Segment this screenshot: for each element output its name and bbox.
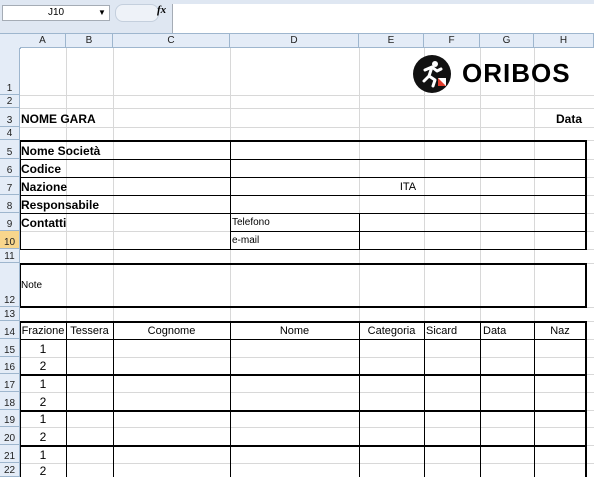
table-cell-frazione[interactable]: 2 [20, 464, 66, 478]
row-header-14[interactable]: 14 [0, 321, 20, 339]
row-header-21[interactable]: 21 [0, 445, 20, 463]
row-header-9[interactable]: 9 [0, 213, 20, 231]
border [585, 263, 587, 308]
border [66, 321, 67, 477]
border [20, 249, 586, 250]
table-header-categoria[interactable]: Categoria [359, 324, 424, 338]
gridline [20, 463, 594, 464]
border [20, 213, 586, 214]
cell-note[interactable]: Note [21, 279, 42, 293]
border [359, 213, 360, 250]
gridline [20, 95, 594, 96]
border [585, 321, 587, 477]
border [20, 445, 587, 447]
row-header-11[interactable]: 11 [0, 249, 20, 263]
column-header-e[interactable]: E [359, 34, 424, 48]
cell-email[interactable]: e-mail [232, 234, 259, 248]
gridline [20, 427, 594, 428]
row-header-15[interactable]: 15 [0, 339, 20, 357]
border [20, 177, 586, 178]
column-header-h[interactable]: H [534, 34, 594, 48]
table-cell-frazione[interactable]: 1 [20, 448, 66, 462]
row-header-16[interactable]: 16 [0, 357, 20, 374]
row-header-22[interactable]: 22 [0, 463, 20, 477]
cell-nazione-value[interactable]: ITA [231, 180, 585, 194]
border [20, 321, 587, 323]
border [230, 231, 586, 232]
border [20, 410, 587, 412]
insert-function-icon[interactable]: fx [157, 4, 166, 16]
label-nazione[interactable]: Nazione [21, 180, 67, 194]
chevron-down-icon[interactable]: ▼ [98, 5, 106, 21]
column-header-f[interactable]: F [424, 34, 480, 48]
row-header-1[interactable]: 1 [0, 48, 20, 95]
gridline [20, 108, 594, 109]
row-header-7[interactable]: 7 [0, 177, 20, 195]
border [230, 321, 231, 477]
column-header-a[interactable]: A [20, 34, 66, 48]
border [20, 159, 586, 160]
row-header-13[interactable]: 13 [0, 307, 20, 321]
table-header-frazione[interactable]: Frazione [20, 324, 66, 338]
border [20, 140, 586, 142]
label-nome-societa[interactable]: Nome Società [21, 144, 100, 158]
column-header-d[interactable]: D [230, 34, 359, 48]
table-header-sicard[interactable]: Sicard [426, 324, 457, 338]
table-cell-frazione[interactable]: 2 [20, 359, 66, 373]
table-cell-frazione[interactable]: 2 [20, 430, 66, 444]
table-cell-frazione[interactable]: 1 [20, 412, 66, 426]
formula-input[interactable] [172, 4, 594, 33]
gridline [20, 357, 594, 358]
border [113, 321, 114, 477]
row-header-3[interactable]: 3 [0, 108, 20, 127]
cell-nome-gara[interactable]: NOME GARA [21, 112, 96, 126]
row-header-5[interactable]: 5 [0, 140, 20, 159]
row-header-10[interactable]: 10 [0, 231, 20, 249]
label-contatti[interactable]: Contatti [21, 216, 66, 230]
border [20, 263, 587, 265]
select-all-corner[interactable] [0, 34, 21, 49]
cell-telefono[interactable]: Telefono [232, 216, 270, 230]
table-cell-frazione[interactable]: 1 [20, 377, 66, 391]
border [359, 321, 360, 477]
row-header-19[interactable]: 19 [0, 410, 20, 427]
label-responsabile[interactable]: Responsabile [21, 198, 99, 212]
name-box[interactable]: J10 [2, 5, 110, 21]
border [424, 321, 425, 477]
column-header-c[interactable]: C [113, 34, 230, 48]
runner-logo-icon [413, 55, 451, 93]
row-header-18[interactable]: 18 [0, 392, 20, 410]
label-codice[interactable]: Codice [21, 162, 61, 176]
formula-bar-separator[interactable] [115, 4, 159, 22]
table-cell-frazione[interactable]: 2 [20, 395, 66, 409]
table-header-naz[interactable]: Naz [534, 324, 586, 338]
border [480, 321, 481, 477]
row-header-8[interactable]: 8 [0, 195, 20, 213]
border [534, 321, 535, 477]
gridline [20, 392, 594, 393]
border [20, 306, 587, 308]
logo-wordmark: ORIBOS [462, 58, 571, 88]
border [20, 374, 587, 376]
table-header-nome[interactable]: Nome [230, 324, 359, 338]
table-header-data[interactable]: Data [483, 324, 506, 338]
row-header-17[interactable]: 17 [0, 374, 20, 392]
row-header-20[interactable]: 20 [0, 427, 20, 445]
border [20, 339, 587, 340]
row-header-6[interactable]: 6 [0, 159, 20, 177]
table-header-cognome[interactable]: Cognome [113, 324, 230, 338]
table-header-tessera[interactable]: Tessera [66, 324, 113, 338]
gridline [20, 127, 594, 128]
cell-data[interactable]: Data [556, 112, 582, 126]
column-header-b[interactable]: B [66, 34, 113, 48]
row-header-4[interactable]: 4 [0, 127, 20, 140]
border [20, 195, 586, 196]
column-header-g[interactable]: G [480, 34, 534, 48]
row-header-2[interactable]: 2 [0, 95, 20, 108]
row-header-12[interactable]: 12 [0, 263, 20, 307]
table-cell-frazione[interactable]: 1 [20, 342, 66, 356]
